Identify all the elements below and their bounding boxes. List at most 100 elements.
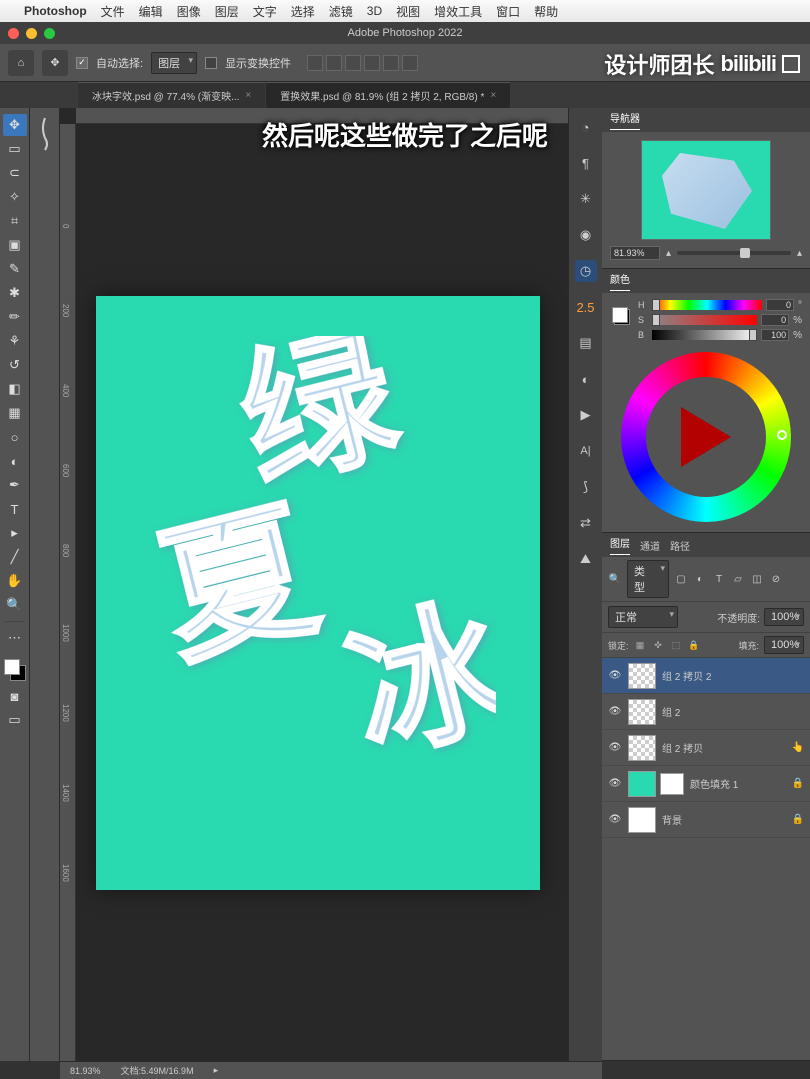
lock-all-icon[interactable]: 🔒 bbox=[688, 639, 701, 652]
menu-view[interactable]: 视图 bbox=[396, 3, 420, 20]
gradient-tool[interactable]: ▦ bbox=[3, 402, 27, 424]
layer-thumbnail[interactable] bbox=[628, 735, 656, 761]
auto-select-checkbox[interactable]: ✓ bbox=[76, 57, 88, 69]
path-select-tool[interactable]: ▸ bbox=[3, 522, 27, 544]
layer-thumbnail[interactable] bbox=[628, 771, 656, 797]
layer-name[interactable]: 背景 bbox=[662, 812, 786, 827]
home-button[interactable]: ⌂ bbox=[8, 50, 34, 76]
canvas-area[interactable]: 0 200 400 600 800 1000 1200 1400 1600 绿 … bbox=[60, 108, 568, 1061]
app-name[interactable]: Photoshop bbox=[24, 4, 87, 18]
quickmask-icon[interactable]: ◙ bbox=[3, 685, 27, 707]
minimize-button[interactable] bbox=[26, 28, 37, 39]
blur-tool[interactable]: ○ bbox=[3, 426, 27, 448]
menu-3d[interactable]: 3D bbox=[367, 4, 382, 18]
zoom-in-icon[interactable]: ▴ bbox=[797, 248, 802, 259]
sat-input[interactable] bbox=[761, 314, 789, 326]
bri-input[interactable] bbox=[761, 329, 789, 341]
menu-text[interactable]: 文字 bbox=[253, 3, 277, 20]
healing-tool[interactable]: ✱ bbox=[3, 282, 27, 304]
screenmode-icon[interactable]: ▭ bbox=[3, 709, 27, 731]
edit-toolbar-icon[interactable]: ⋯ bbox=[3, 627, 27, 649]
crop-tool[interactable]: ⌗ bbox=[3, 210, 27, 232]
glyphs-icon[interactable]: ⟆ bbox=[575, 476, 597, 498]
character-icon[interactable]: A| bbox=[575, 440, 597, 462]
layer-mask-thumbnail[interactable] bbox=[660, 773, 684, 795]
layer-row[interactable]: 👁 颜色填充 1 🔒 bbox=[602, 766, 810, 802]
swatches-icon[interactable]: ▤ bbox=[575, 332, 597, 354]
zoom-slider[interactable] bbox=[677, 251, 791, 255]
layer-thumbnail[interactable] bbox=[628, 807, 656, 833]
status-zoom[interactable]: 81.93% bbox=[70, 1066, 101, 1076]
navigator-tab[interactable]: 导航器 bbox=[610, 110, 640, 130]
history-icon[interactable]: ◷ bbox=[575, 260, 597, 282]
close-button[interactable] bbox=[8, 28, 19, 39]
align-top-icon[interactable] bbox=[364, 55, 380, 71]
layer-row[interactable]: 👁 组 2 拷贝 2 bbox=[602, 658, 810, 694]
color-swatches[interactable] bbox=[2, 657, 28, 683]
dodge-tool[interactable]: ◐ bbox=[3, 450, 27, 472]
menu-filter[interactable]: 滤镜 bbox=[329, 3, 353, 20]
visibility-icon[interactable]: 👁 bbox=[608, 778, 622, 789]
zoom-input[interactable] bbox=[610, 246, 660, 260]
layer-name[interactable]: 颜色填充 1 bbox=[690, 776, 786, 791]
layer-name[interactable]: 组 2 拷贝 2 bbox=[662, 668, 804, 683]
status-doc-size[interactable]: 文档:5.49M/16.9M bbox=[121, 1064, 194, 1077]
align-left-icon[interactable] bbox=[307, 55, 323, 71]
marquee-tool[interactable]: ▭ bbox=[3, 138, 27, 160]
paths-tab[interactable]: 路径 bbox=[670, 538, 690, 553]
visibility-icon[interactable]: 👁 bbox=[608, 814, 622, 825]
menu-plugins[interactable]: 增效工具 bbox=[434, 3, 482, 20]
menu-layer[interactable]: 图层 bbox=[215, 3, 239, 20]
menu-select[interactable]: 选择 bbox=[291, 3, 315, 20]
type-tool[interactable]: T bbox=[3, 498, 27, 520]
filter-adjust-icon[interactable]: ◐ bbox=[693, 572, 707, 586]
align-center-v-icon[interactable] bbox=[383, 55, 399, 71]
eyedropper-tool[interactable]: ✎ bbox=[3, 258, 27, 280]
document-tab[interactable]: 置换效果.psd @ 81.9% (组 2 拷贝 2, RGB/8) * × bbox=[266, 82, 510, 108]
shape-tool[interactable]: ╱ bbox=[3, 546, 27, 568]
menu-window[interactable]: 窗口 bbox=[496, 3, 520, 20]
search-icon[interactable]: 🔍 bbox=[608, 572, 622, 586]
fill-dropdown[interactable]: 100% bbox=[764, 636, 804, 654]
layer-thumbnail[interactable] bbox=[628, 663, 656, 689]
visibility-icon[interactable]: 👁 bbox=[608, 742, 622, 753]
layer-name[interactable]: 组 2 bbox=[662, 704, 804, 719]
filter-shape-icon[interactable]: ▱ bbox=[731, 572, 745, 586]
histogram-icon[interactable]: ⛰ bbox=[575, 548, 597, 570]
lock-position-icon[interactable]: ✜ bbox=[652, 639, 665, 652]
pen-tool[interactable]: ✒ bbox=[3, 474, 27, 496]
status-chevron-icon[interactable]: ▸ bbox=[214, 1065, 219, 1076]
layer-row[interactable]: 👁 组 2 拷贝 👆 bbox=[602, 730, 810, 766]
loading-icon[interactable]: ✳ bbox=[575, 188, 597, 210]
bri-slider[interactable] bbox=[652, 330, 757, 340]
zoom-out-icon[interactable]: ▴ bbox=[666, 248, 671, 259]
play-icon[interactable]: ▶ bbox=[575, 404, 597, 426]
lock-artboard-icon[interactable]: ⬚ bbox=[670, 639, 683, 652]
channels-tab[interactable]: 通道 bbox=[640, 538, 660, 553]
options-icon[interactable]: ⇄ bbox=[575, 512, 597, 534]
align-right-icon[interactable] bbox=[345, 55, 361, 71]
layer-row[interactable]: 👁 背景 🔒 bbox=[602, 802, 810, 838]
brush-size-value[interactable]: 2.5 bbox=[575, 296, 597, 318]
menu-image[interactable]: 图像 bbox=[177, 3, 201, 20]
eraser-tool[interactable]: ◧ bbox=[3, 378, 27, 400]
close-tab-icon[interactable]: × bbox=[245, 90, 251, 101]
menu-file[interactable]: 文件 bbox=[101, 3, 125, 20]
history-brush-tool[interactable]: ↺ bbox=[3, 354, 27, 376]
visibility-icon[interactable]: 👁 bbox=[608, 670, 622, 681]
zoom-tool[interactable]: 🔍 bbox=[3, 594, 27, 616]
document-tab[interactable]: 冰块字效.psd @ 77.4% (渐变映... × bbox=[78, 82, 265, 108]
layers-tab[interactable]: 图层 bbox=[610, 535, 630, 555]
visibility-icon[interactable]: 👁 bbox=[608, 706, 622, 717]
hand-tool[interactable]: ✋ bbox=[3, 570, 27, 592]
transform-checkbox[interactable] bbox=[205, 57, 217, 69]
opacity-dropdown[interactable]: 100% bbox=[764, 608, 804, 626]
navigator-thumbnail[interactable] bbox=[641, 140, 771, 240]
align-bottom-icon[interactable] bbox=[402, 55, 418, 71]
filter-type-dropdown[interactable]: 类型 bbox=[627, 560, 669, 598]
lasso-tool[interactable]: ⊂ bbox=[3, 162, 27, 184]
move-tool[interactable]: ✥ bbox=[3, 114, 27, 136]
filter-type-icon[interactable]: T bbox=[712, 572, 726, 586]
color-icon[interactable]: ◉ bbox=[575, 224, 597, 246]
move-tool-icon[interactable]: ✥ bbox=[42, 50, 68, 76]
